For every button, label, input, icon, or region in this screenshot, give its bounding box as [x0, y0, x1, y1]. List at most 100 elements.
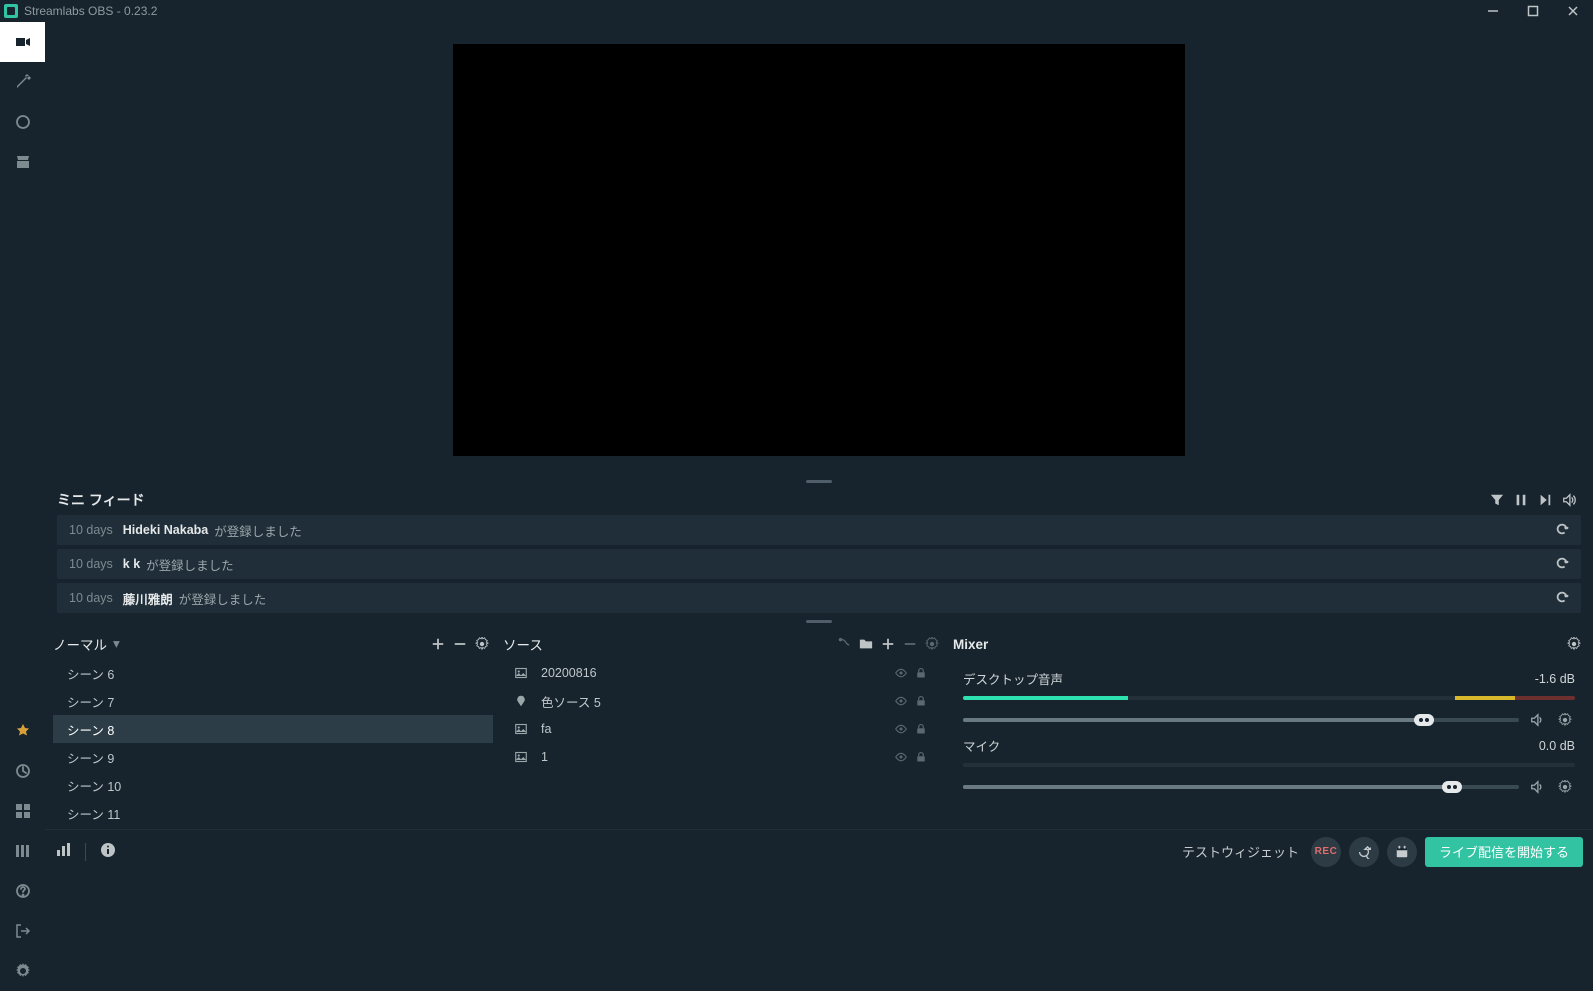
- nav-chat[interactable]: [0, 102, 45, 142]
- side-rail: [0, 22, 45, 991]
- image-icon: [515, 667, 533, 679]
- sources-panel: ソース 20200816 色ソース 5 fa: [503, 629, 943, 829]
- test-widget-link[interactable]: テストウィジェット: [1182, 842, 1299, 861]
- nav-settings[interactable]: [0, 951, 45, 991]
- visibility-icon[interactable]: [891, 723, 911, 735]
- maximize-button[interactable]: [1513, 0, 1553, 22]
- nav-apps[interactable]: [0, 791, 45, 831]
- image-icon: [515, 723, 533, 735]
- volume-icon[interactable]: [1557, 488, 1581, 512]
- source-item[interactable]: 1: [503, 743, 943, 771]
- filter-icon[interactable]: [1485, 488, 1509, 512]
- scene-item[interactable]: シーン 6: [53, 659, 493, 687]
- visibility-icon[interactable]: [891, 695, 911, 707]
- feed-message: が登録しました: [214, 521, 302, 540]
- lock-icon[interactable]: [911, 695, 931, 707]
- feed-age: 10 days: [69, 591, 113, 605]
- channel-name: マイク: [963, 736, 1000, 755]
- drag-handle[interactable]: [45, 477, 1593, 485]
- source-item[interactable]: fa: [503, 715, 943, 743]
- nav-editor[interactable]: [0, 22, 45, 62]
- nav-layouts[interactable]: [0, 831, 45, 871]
- level-meter: [963, 696, 1575, 700]
- add-scene-button[interactable]: [427, 633, 449, 655]
- source-item[interactable]: 色ソース 5: [503, 687, 943, 715]
- mixer-channel: マイク 0.0 dB: [953, 730, 1585, 797]
- feed-user: Hideki Nakaba: [123, 523, 208, 537]
- go-live-button[interactable]: ライブ配信を開始する: [1425, 837, 1583, 867]
- scene-item[interactable]: シーン 8: [53, 715, 493, 743]
- channel-settings-icon[interactable]: [1555, 710, 1575, 730]
- mini-feed: ミニ フィード 10 days Hideki Nakaba が登録しました 10…: [45, 485, 1593, 617]
- feed-age: 10 days: [69, 557, 113, 571]
- feed-message: が登録しました: [179, 589, 267, 608]
- visibility-icon[interactable]: [891, 667, 911, 679]
- scene-item[interactable]: シーン 9: [53, 743, 493, 771]
- preview-area: [45, 22, 1593, 477]
- stats-icon[interactable]: [55, 842, 71, 861]
- mixer-channel: デスクトップ音声 -1.6 dB: [953, 663, 1585, 730]
- redo-icon[interactable]: [1555, 556, 1569, 573]
- mute-icon[interactable]: [1527, 710, 1547, 730]
- redo-icon[interactable]: [1555, 522, 1569, 539]
- app-title: Streamlabs OBS - 0.23.2: [24, 4, 157, 18]
- channel-db: 0.0 dB: [1539, 739, 1575, 753]
- color-icon: [515, 695, 533, 707]
- nav-store[interactable]: [0, 142, 45, 182]
- nav-help[interactable]: [0, 871, 45, 911]
- schedule-button[interactable]: [1387, 837, 1417, 867]
- app-icon: [4, 4, 18, 18]
- skip-icon[interactable]: [1533, 488, 1557, 512]
- remove-source-button[interactable]: [899, 633, 921, 655]
- image-icon: [515, 751, 533, 763]
- volume-slider[interactable]: [963, 785, 1519, 789]
- feed-item: 10 days k k が登録しました: [57, 549, 1581, 579]
- add-folder-button[interactable]: [855, 633, 877, 655]
- pause-icon[interactable]: [1509, 488, 1533, 512]
- source-audio-button[interactable]: [833, 633, 855, 655]
- volume-slider[interactable]: [963, 718, 1519, 722]
- mini-feed-title: ミニ フィード: [57, 490, 145, 510]
- close-button[interactable]: [1553, 0, 1593, 22]
- channel-db: -1.6 dB: [1535, 672, 1575, 686]
- scene-item[interactable]: シーン 11: [53, 799, 493, 827]
- scene-item[interactable]: シーン 7: [53, 687, 493, 715]
- chevron-down-icon[interactable]: ▾: [113, 636, 120, 652]
- minimize-button[interactable]: [1473, 0, 1513, 22]
- lock-icon[interactable]: [911, 723, 931, 735]
- scenes-mode[interactable]: ノーマル: [53, 634, 107, 654]
- source-settings-button[interactable]: [921, 633, 943, 655]
- lock-icon[interactable]: [911, 667, 931, 679]
- drag-handle-2[interactable]: [45, 617, 1593, 625]
- source-name: 色ソース 5: [541, 692, 601, 711]
- scene-item[interactable]: シーン 10: [53, 771, 493, 799]
- channel-name: デスクトップ音声: [963, 669, 1063, 688]
- feed-user: 藤川雅朗: [123, 589, 173, 608]
- info-icon[interactable]: [100, 842, 116, 861]
- divider: [85, 843, 86, 861]
- nav-logout[interactable]: [0, 911, 45, 951]
- visibility-icon[interactable]: [891, 751, 911, 763]
- remove-scene-button[interactable]: [449, 633, 471, 655]
- add-source-button[interactable]: [877, 633, 899, 655]
- scene-settings-button[interactable]: [471, 633, 493, 655]
- mute-icon[interactable]: [1527, 777, 1547, 797]
- feed-age: 10 days: [69, 523, 113, 537]
- mixer-panel: Mixer デスクトップ音声 -1.6 dB マイク 0.0 dB: [953, 629, 1585, 829]
- replay-buffer-button[interactable]: [1349, 837, 1379, 867]
- nav-alerts[interactable]: [0, 711, 45, 751]
- nav-themes[interactable]: [0, 62, 45, 102]
- source-name: fa: [541, 722, 551, 736]
- mixer-settings-button[interactable]: [1563, 633, 1585, 655]
- redo-icon[interactable]: [1555, 590, 1569, 607]
- source-item[interactable]: 20200816: [503, 659, 943, 687]
- preview-canvas[interactable]: [453, 44, 1185, 456]
- record-button[interactable]: REC: [1311, 837, 1341, 867]
- sources-title: ソース: [503, 634, 543, 654]
- nav-history[interactable]: [0, 751, 45, 791]
- source-name: 1: [541, 750, 548, 764]
- lock-icon[interactable]: [911, 751, 931, 763]
- channel-settings-icon[interactable]: [1555, 777, 1575, 797]
- source-name: 20200816: [541, 666, 597, 680]
- feed-item: 10 days 藤川雅朗 が登録しました: [57, 583, 1581, 613]
